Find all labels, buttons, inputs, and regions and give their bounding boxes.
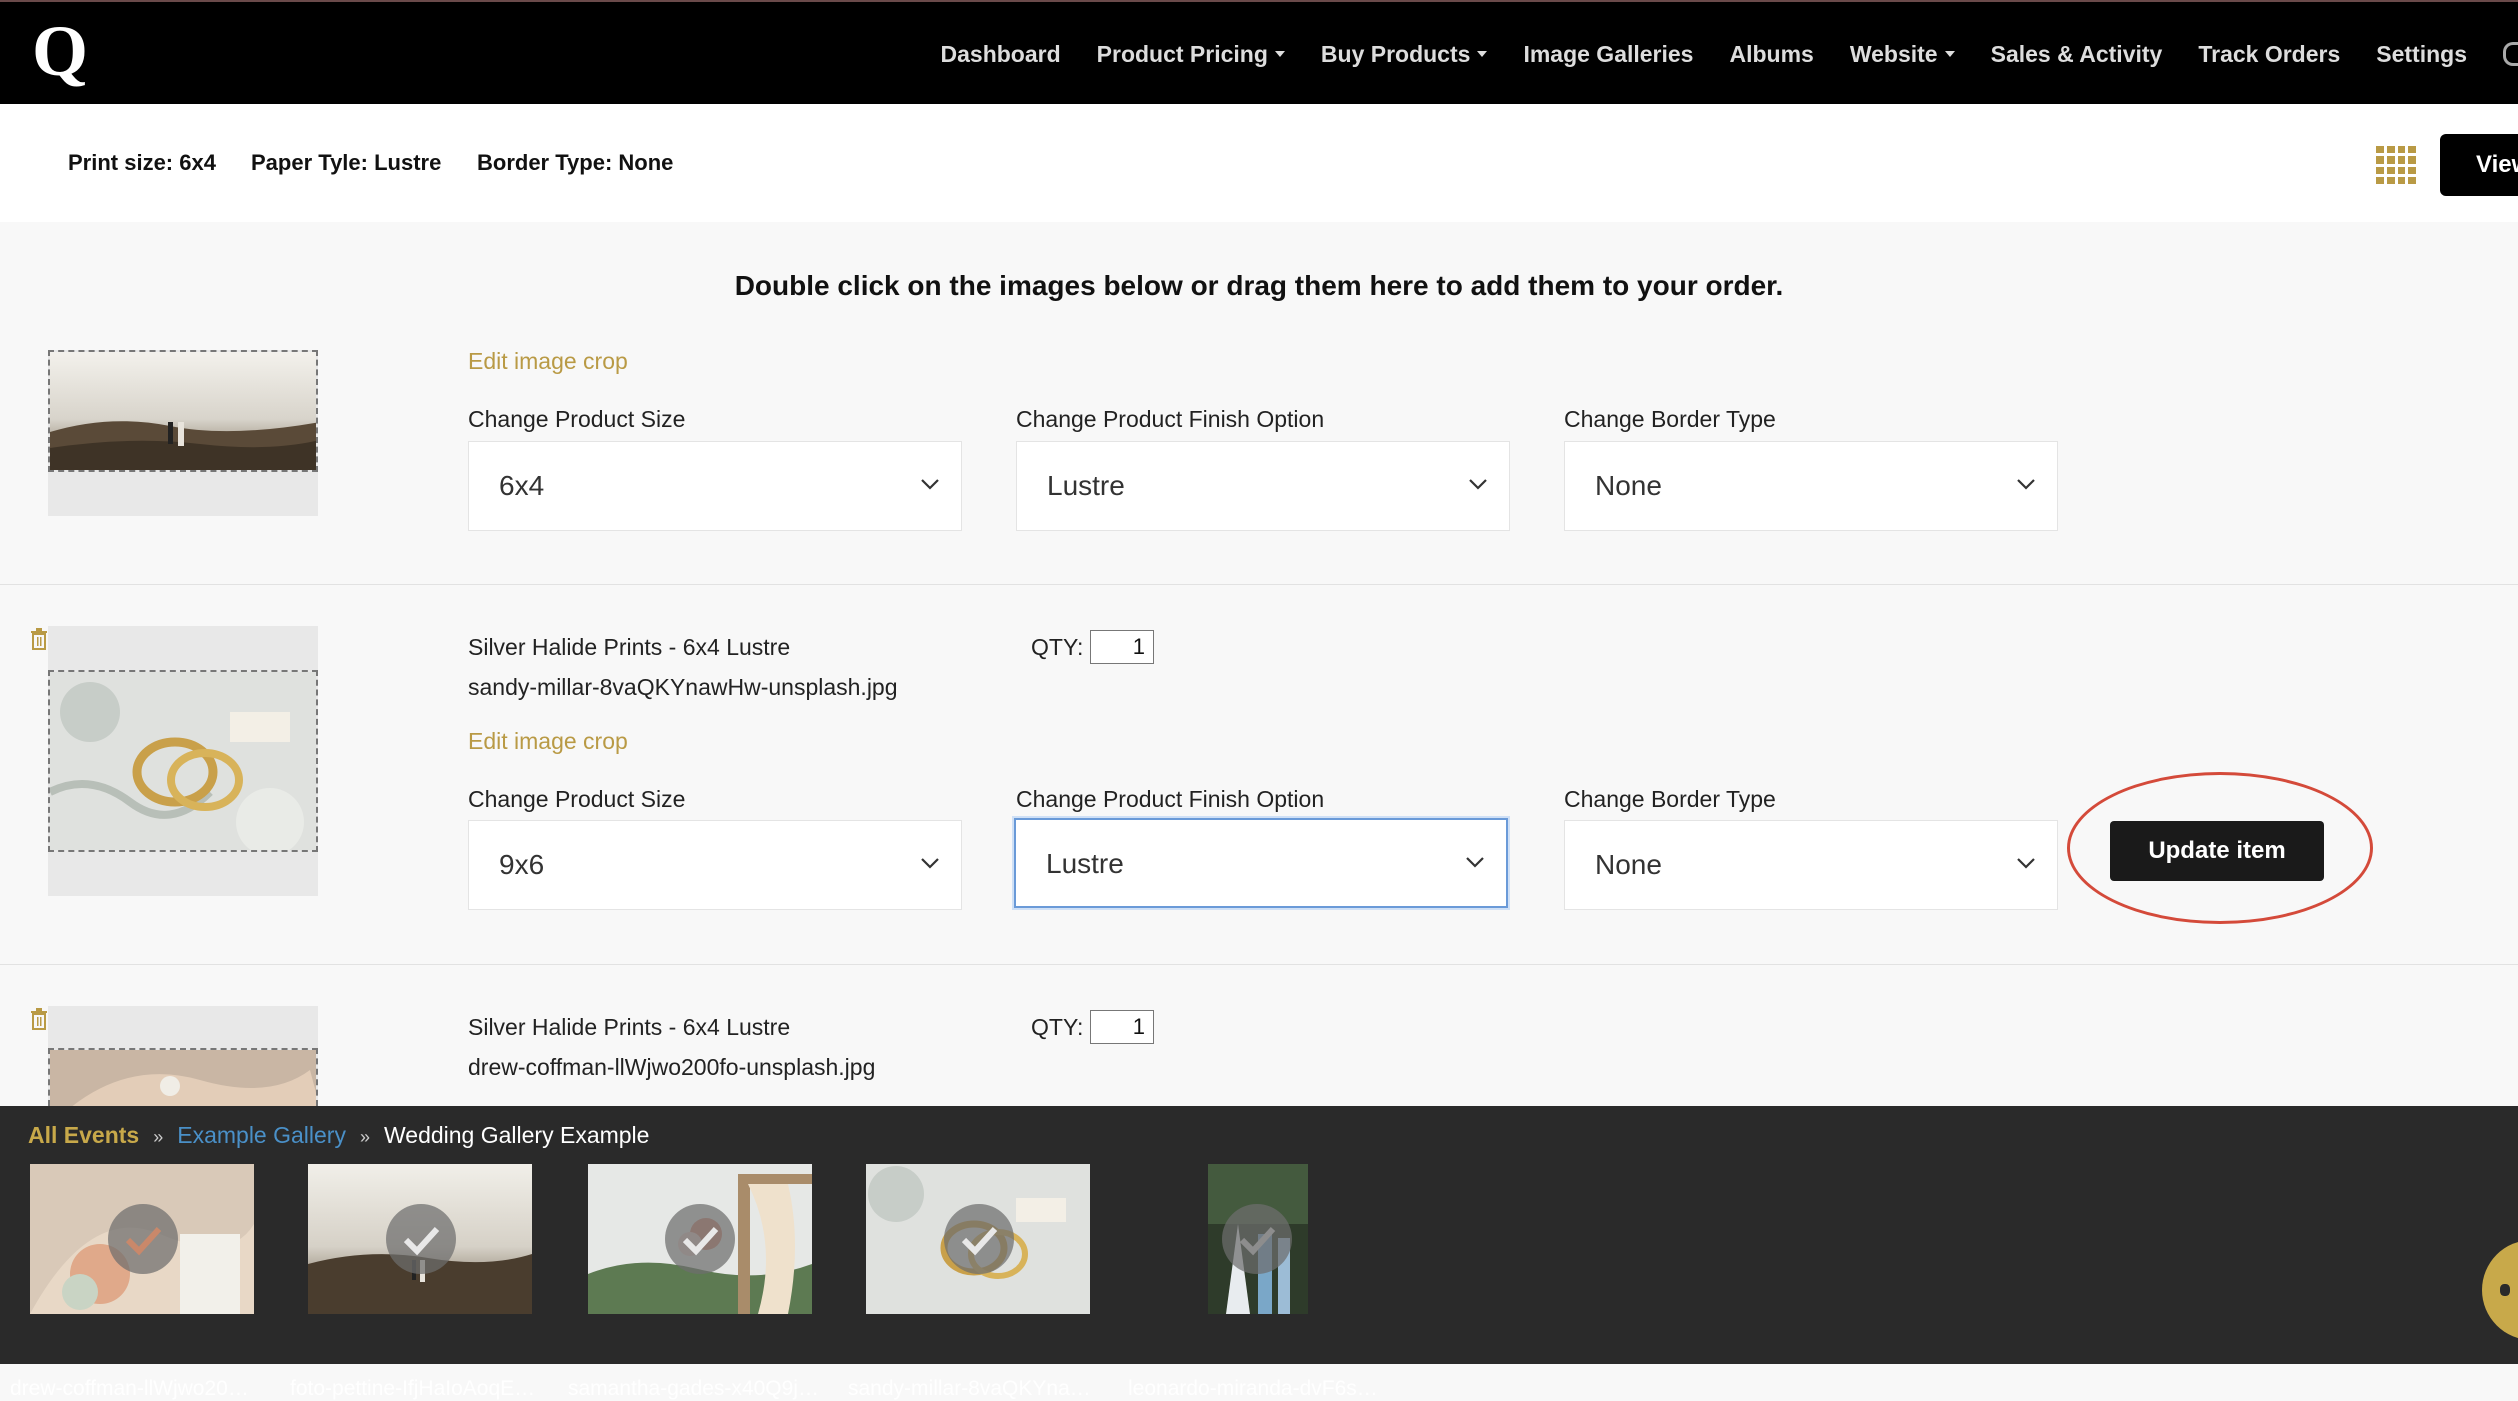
product-size-value: 6x4 <box>499 470 545 501</box>
breadcrumb-example-gallery[interactable]: Example Gallery <box>177 1122 346 1148</box>
gallery-thumbnail-caption: foto-pettine-IfjHaIoAoqE… <box>290 1377 536 1400</box>
gallery-thumbnail-caption: sandy-millar-8vaQKYna… <box>848 1377 1091 1400</box>
border-label: Change Border Type <box>1564 406 1776 432</box>
product-size-select[interactable]: 6x4 <box>468 441 962 531</box>
checkmark-icon <box>944 1204 1014 1274</box>
item-product-name: Silver Halide Prints - 6x4 Lustre <box>468 1014 791 1040</box>
border-label: Change Border Type <box>1564 786 1776 812</box>
qty-label: QTY: <box>1031 634 1084 660</box>
nav-product-pricing-label: Product Pricing <box>1096 40 1268 67</box>
highlight-annotation <box>2067 772 2373 924</box>
size-label: Change Product Size <box>468 406 686 432</box>
finish-option-select[interactable]: Lustre <box>1014 818 1508 908</box>
nav-sales-activity-label: Sales & Activity <box>1990 40 2163 67</box>
nav-buy-products[interactable]: Buy Products <box>1321 41 1488 68</box>
item-thumbnail-image[interactable] <box>48 670 318 852</box>
filter-summary-bar: Print size: 6x4 Paper Tyle: Lustre Borde… <box>0 104 2518 222</box>
finish-option-value: Lustre <box>1046 848 1124 879</box>
nav-overflow-icon[interactable] <box>2503 42 2518 66</box>
gallery-thumbnail-caption: leonardo-miranda-dvF6s… <box>1128 1377 1378 1400</box>
checkmark-icon <box>1222 1204 1292 1274</box>
trash-icon[interactable] <box>30 628 48 650</box>
row-divider <box>0 584 2518 585</box>
nav-image-galleries[interactable]: Image Galleries <box>1523 41 1693 68</box>
view-button[interactable]: View <box>2440 134 2518 196</box>
brand-logo[interactable]: Q <box>32 15 88 87</box>
nav-image-galleries-label: Image Galleries <box>1523 40 1694 67</box>
paper-type-filter: Paper Tyle: Lustre <box>251 150 442 175</box>
item-thumbnail-image[interactable] <box>48 350 318 472</box>
finish-label: Change Product Finish Option <box>1016 406 1325 432</box>
item-filename: sandy-millar-8vaQKYnawHw-unsplash.jpg <box>468 674 898 700</box>
nav-albums-label: Albums <box>1729 40 1814 67</box>
landscape-couple-photo <box>50 352 316 470</box>
finish-option-value: Lustre <box>1047 470 1125 501</box>
finish-option-select[interactable]: Lustre <box>1016 441 1510 531</box>
border-type-select[interactable]: None <box>1564 441 2058 531</box>
nav-dashboard-label: Dashboard <box>940 40 1061 67</box>
nav-albums[interactable]: Albums <box>1729 41 1813 68</box>
chevron-down-icon <box>2017 479 2035 490</box>
item-filename: drew-coffman-llWjwo200fo-unsplash.jpg <box>468 1054 876 1080</box>
nav-product-pricing[interactable]: Product Pricing <box>1097 41 1285 68</box>
hands-photo <box>50 1050 316 1106</box>
quantity-input[interactable]: 1 <box>1090 630 1154 664</box>
breadcrumb-separator: » <box>153 1127 164 1147</box>
drop-zone-instruction: Double click on the images below or drag… <box>734 270 1784 301</box>
gallery-thumbnail-caption: samantha-gades-x40Q9j… <box>568 1377 819 1400</box>
item-product-name: Silver Halide Prints - 6x4 Lustre <box>468 634 791 660</box>
breadcrumb: All Events » Example Gallery » Wedding Galle… <box>28 1122 649 1149</box>
nav-website-label: Website <box>1849 40 1938 67</box>
product-size-value: 9x6 <box>499 849 545 880</box>
top-navigation-bar: Q Dashboard Product Pricing Buy Products… <box>0 0 2518 104</box>
rings-photo <box>50 672 316 850</box>
quantity-input[interactable]: 1 <box>1090 1010 1154 1044</box>
nav-menu: Dashboard Product Pricing Buy Products I… <box>941 2 2518 106</box>
nav-website[interactable]: Website <box>1850 41 1955 68</box>
nav-dashboard[interactable]: Dashboard <box>941 41 1061 68</box>
gallery-strip: All Events » Example Gallery » Wedding Galle… <box>0 1106 2518 1400</box>
qty-label: QTY: <box>1031 1014 1084 1040</box>
chevron-down-icon <box>921 858 939 869</box>
finish-label: Change Product Finish Option <box>1016 786 1325 812</box>
border-type-value: None <box>1595 849 1662 880</box>
trash-icon[interactable] <box>30 1008 48 1030</box>
checkmark-icon <box>665 1204 735 1274</box>
product-size-select[interactable]: 9x6 <box>468 820 962 910</box>
checkmark-icon <box>108 1204 178 1274</box>
print-size-filter: Print size: 6x4 <box>68 150 216 175</box>
nav-buy-products-label: Buy Products <box>1320 40 1471 67</box>
breadcrumb-current: Wedding Gallery Example <box>383 1122 650 1148</box>
nav-settings-label: Settings <box>2376 40 2467 67</box>
gallery-thumbnail-caption: drew-coffman-llWjwo20… <box>10 1377 249 1400</box>
chevron-down-icon <box>1466 857 1484 868</box>
nav-sales-activity[interactable]: Sales & Activity <box>1991 41 2163 68</box>
item-thumbnail-image[interactable] <box>48 1048 318 1106</box>
caret-down-icon <box>1274 51 1285 57</box>
nav-track-orders-label: Track Orders <box>2198 40 2341 67</box>
caret-down-icon <box>1944 51 1955 57</box>
nav-settings[interactable]: Settings <box>2376 41 2467 68</box>
chevron-down-icon <box>921 479 939 490</box>
breadcrumb-all-events[interactable]: All Events <box>28 1122 139 1148</box>
grid-view-icon[interactable] <box>2376 146 2416 184</box>
border-type-filter: Border Type: None <box>477 150 674 175</box>
edit-image-crop-link[interactable]: Edit image crop <box>468 348 628 375</box>
size-label: Change Product Size <box>468 786 686 812</box>
border-type-select[interactable]: None <box>1564 820 2058 910</box>
chevron-down-icon <box>2017 858 2035 869</box>
chevron-down-icon <box>1469 479 1487 490</box>
caret-down-icon <box>1477 51 1488 57</box>
edit-image-crop-link[interactable]: Edit image crop <box>468 728 628 755</box>
row-divider <box>0 964 2518 965</box>
border-type-value: None <box>1595 470 1662 501</box>
breadcrumb-separator: » <box>359 1127 370 1147</box>
checkmark-icon <box>386 1204 456 1274</box>
nav-track-orders[interactable]: Track Orders <box>2198 41 2340 68</box>
